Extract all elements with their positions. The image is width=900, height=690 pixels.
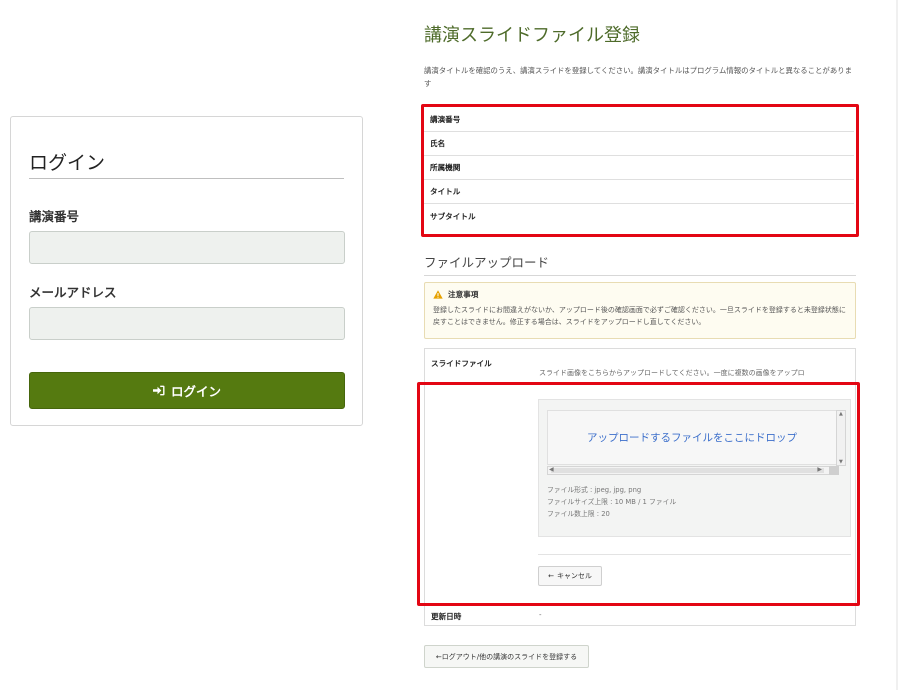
info-row-title: タイトル — [424, 180, 854, 204]
page-edge — [896, 0, 898, 690]
file-size-limit: ファイルサイズ上限 : 10 MB / 1 ファイル — [547, 498, 677, 506]
info-row-name: 氏名 — [424, 132, 854, 156]
divider — [538, 554, 851, 555]
slide-file-description: スライド画像をこちらからアップロードしてください。一度に複数の画像をアップロ — [539, 369, 805, 377]
upload-card: スライドファイル スライド画像をこちらからアップロードしてください。一度に複数の… — [424, 348, 856, 626]
info-row-subtitle: サブタイトル — [430, 211, 476, 221]
intro-text: 講演タイトルを確認のうえ、講演スライドを登録してください。講演タイトルはプログラ… — [424, 66, 852, 88]
scroll-down-icon[interactable]: ▼ — [839, 459, 843, 465]
login-button-label: ログイン — [170, 384, 221, 399]
dropzone-target[interactable]: アップロードするファイルをここにドロップ ▲ ▼ — [547, 410, 846, 466]
logout-register-other-button[interactable]: ←ログアウト/他の講演のスライドを登録する — [424, 645, 589, 668]
dropzone-horizontal-scrollbar[interactable]: ◀ ▶ — [547, 466, 837, 475]
notice-header: 注意事項 — [433, 289, 847, 300]
info-row-affiliation: 所属機関 — [424, 156, 854, 180]
lecture-number-input[interactable] — [29, 231, 345, 264]
info-row-number: 講演番号 — [424, 108, 854, 132]
notice-text: 登録したスライドにお間違えがないか、アップロード後の確認画面で必ずご確認ください… — [433, 306, 846, 326]
arrow-left-icon: ← — [548, 572, 554, 580]
email-input[interactable] — [29, 307, 345, 340]
email-label: メールアドレス — [29, 285, 117, 300]
login-panel: ログイン 講演番号 メールアドレス ログイン — [10, 116, 363, 426]
warning-icon — [433, 290, 443, 299]
lecture-number-label: 講演番号 — [29, 209, 80, 224]
login-title: ログイン — [29, 148, 344, 179]
slide-file-label: スライドファイル — [431, 359, 492, 368]
file-dropzone[interactable]: アップロードするファイルをここにドロップ ▲ ▼ ◀ ▶ ファイル形式 : jp… — [538, 399, 851, 537]
file-count-limit: ファイル数上限 : 20 — [547, 510, 610, 518]
scroll-up-icon[interactable]: ▲ — [839, 411, 843, 417]
scroll-right-icon[interactable]: ▶ — [817, 466, 822, 473]
updated-at-value: - — [539, 611, 542, 619]
login-button[interactable]: ログイン — [29, 372, 345, 409]
scrollbar-thumb[interactable] — [551, 468, 824, 473]
notice-box: 注意事項 登録したスライドにお間違えがないか、アップロード後の確認画面で必ずご確… — [424, 282, 856, 339]
scroll-left-icon[interactable]: ◀ — [549, 466, 554, 473]
page: ログイン 講演番号 メールアドレス ログイン 講演スライドファイル登録 講演タイ… — [0, 0, 900, 690]
dropzone-vertical-scrollbar[interactable]: ▲ ▼ — [836, 410, 846, 466]
scrollbar-corner — [829, 466, 839, 475]
cancel-button-label: キャンセル — [556, 572, 592, 580]
dropzone-text: アップロードするファイルをここにドロップ — [587, 432, 797, 444]
notice-title: 注意事項 — [448, 290, 479, 299]
cancel-button[interactable]: ← キャンセル — [538, 566, 602, 586]
lecture-info-table: 講演番号 氏名 所属機関 タイトル サブタイトル — [424, 108, 854, 228]
sign-in-icon — [152, 385, 165, 396]
page-title: 講演スライドファイル登録 — [424, 25, 640, 46]
file-requirements: ファイル形式 : jpeg, jpg, png ファイルサイズ上限 : 10 M… — [547, 484, 676, 520]
file-formats: ファイル形式 : jpeg, jpg, png — [547, 486, 642, 494]
updated-at-label: 更新日時 — [431, 612, 462, 621]
file-upload-heading: ファイルアップロード — [424, 252, 856, 276]
